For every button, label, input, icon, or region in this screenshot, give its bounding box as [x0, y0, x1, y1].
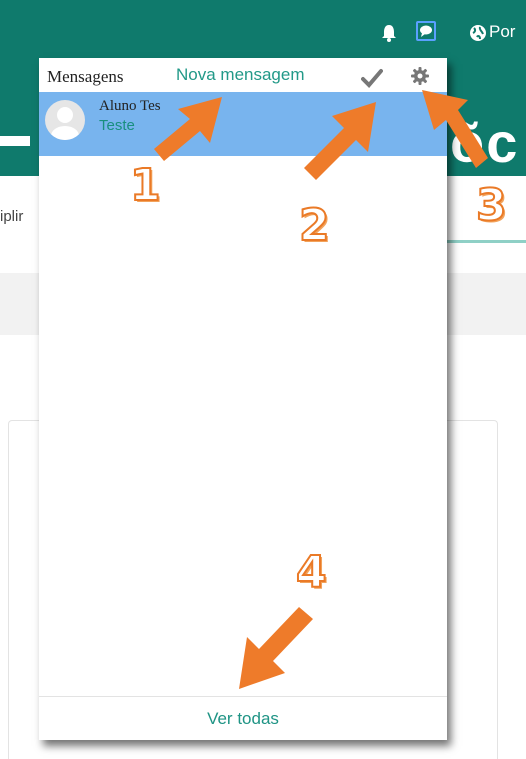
popover-title: Mensagens — [47, 67, 124, 86]
message-item[interactable]: Aluno Tes Teste — [39, 92, 447, 156]
language-label[interactable]: Por — [489, 22, 515, 42]
annotation-label-2: 2 — [298, 199, 331, 252]
popover-footer: Ver todas — [39, 696, 447, 741]
subnav-underline — [440, 240, 526, 243]
new-message-link[interactable]: Nova mensagem — [176, 65, 305, 85]
message-preview: Teste — [99, 117, 135, 134]
chat-icon[interactable] — [416, 21, 436, 41]
annotation-label-1: 1 — [129, 159, 162, 212]
annotation-label-3: 3 — [475, 179, 508, 232]
subnav-text[interactable]: iplir — [0, 208, 23, 225]
arrow-1-icon — [154, 97, 222, 161]
annotation-label-4: 4 — [295, 546, 328, 599]
avatar — [45, 100, 85, 140]
arrow-4-icon — [239, 607, 313, 689]
popover-header: Mensagens Nova mensagem — [39, 58, 447, 92]
header-decoration — [0, 136, 30, 146]
bell-icon[interactable] — [380, 24, 398, 42]
arrow-3-icon — [422, 90, 488, 168]
arrow-2-icon — [304, 102, 376, 180]
top-navbar: Por — [0, 0, 526, 58]
globe-icon[interactable] — [469, 24, 487, 42]
view-all-link[interactable]: Ver todas — [39, 709, 447, 729]
check-icon[interactable] — [361, 68, 383, 88]
gear-icon[interactable] — [411, 67, 429, 85]
